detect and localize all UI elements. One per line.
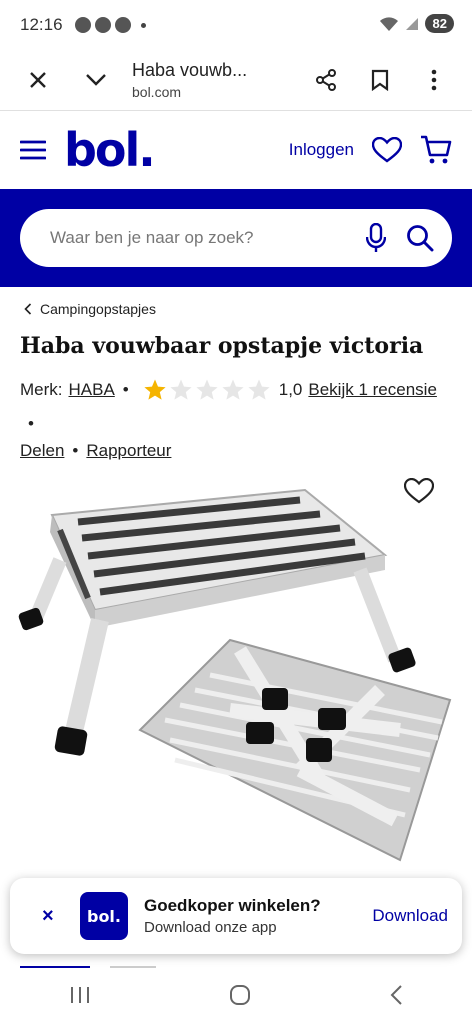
star-empty-icon — [248, 379, 270, 400]
heart-icon[interactable] — [372, 137, 402, 163]
separator: • — [72, 441, 79, 460]
page-tab-title: Haba vouwb... — [132, 60, 248, 80]
cart-icon[interactable] — [420, 135, 452, 165]
chevron-down-icon — [86, 74, 106, 86]
status-notification-icons — [74, 17, 146, 33]
signal-icon — [405, 17, 418, 30]
status-bar: 12:16 82 — [0, 0, 472, 50]
product-meta: Merk: HABA • 1,0 Bekijk 1 recensie • — [0, 359, 472, 441]
share-link[interactable]: Delen — [20, 441, 64, 461]
download-app-button[interactable]: Download — [372, 906, 448, 926]
star-empty-icon — [196, 379, 218, 400]
url-box[interactable]: Haba vouwb... bol.com — [132, 60, 306, 100]
report-link[interactable]: Rapporteur — [86, 441, 171, 461]
product-actions: Delen • Rapporteur — [0, 441, 472, 461]
wifi-icon — [379, 16, 398, 31]
microphone-icon[interactable] — [366, 223, 386, 253]
breadcrumb-label: Campingopstapjes — [40, 301, 156, 317]
bol-logo[interactable]: bol. — [64, 123, 156, 177]
share-icon — [316, 69, 336, 91]
notification-icon — [114, 17, 131, 33]
brand-label: Merk: — [20, 380, 63, 399]
brand-link[interactable]: HABA — [69, 373, 115, 407]
close-icon — [30, 72, 46, 88]
banner-title: Goedkoper winkelen? — [144, 896, 321, 915]
star-filled-icon — [144, 379, 166, 400]
browser-toolbar: Haba vouwb... bol.com — [0, 50, 472, 111]
page-domain: bol.com — [132, 84, 182, 100]
product-image[interactable] — [0, 470, 472, 880]
notification-icon — [74, 17, 91, 33]
breadcrumb[interactable]: Campingopstapjes — [0, 287, 472, 323]
star-rating — [143, 378, 271, 402]
search-input[interactable] — [48, 227, 366, 249]
product-title: Haba vouwbaar opstapje victoria — [20, 333, 424, 359]
login-link[interactable]: Inloggen — [289, 140, 354, 160]
back-icon[interactable] — [389, 984, 403, 1006]
menu-icon[interactable] — [20, 140, 46, 160]
app-download-banner: × bol. Goedkoper winkelen? Download onze… — [10, 878, 462, 954]
banner-subtitle: Download onze app — [144, 919, 277, 936]
bookmark-icon — [371, 69, 389, 91]
reviews-link[interactable]: Bekijk 1 recensie — [308, 373, 437, 407]
battery-indicator: 82 — [424, 14, 454, 33]
app-logo: bol. — [80, 892, 128, 940]
notification-icon — [94, 17, 111, 33]
rating-value: 1,0 — [278, 380, 303, 399]
banner-close-button[interactable]: × — [42, 905, 68, 928]
site-header: bol. Inloggen — [0, 111, 472, 189]
separator: • — [28, 414, 34, 433]
search-icon[interactable] — [406, 224, 434, 252]
bookmark-button[interactable] — [360, 60, 400, 100]
add-to-wishlist-button[interactable] — [403, 477, 435, 509]
recent-apps-icon[interactable] — [69, 985, 91, 1005]
status-time: 12:16 — [20, 15, 63, 34]
star-empty-icon — [222, 379, 244, 400]
step-stool-image — [18, 488, 452, 862]
more-options-button[interactable] — [414, 60, 454, 100]
chevron-left-icon — [24, 303, 32, 315]
star-empty-icon — [170, 379, 192, 400]
system-navigation-bar — [0, 966, 472, 1024]
share-button[interactable] — [306, 60, 346, 100]
heart-outline-icon — [403, 477, 435, 504]
close-tab-button[interactable] — [18, 60, 58, 100]
more-notifications-icon — [140, 22, 146, 28]
collapse-button[interactable] — [76, 60, 116, 100]
search-bar — [20, 209, 452, 267]
more-vertical-icon — [431, 69, 437, 91]
home-icon[interactable] — [229, 984, 251, 1006]
separator: • — [122, 380, 129, 399]
search-band — [0, 189, 472, 287]
